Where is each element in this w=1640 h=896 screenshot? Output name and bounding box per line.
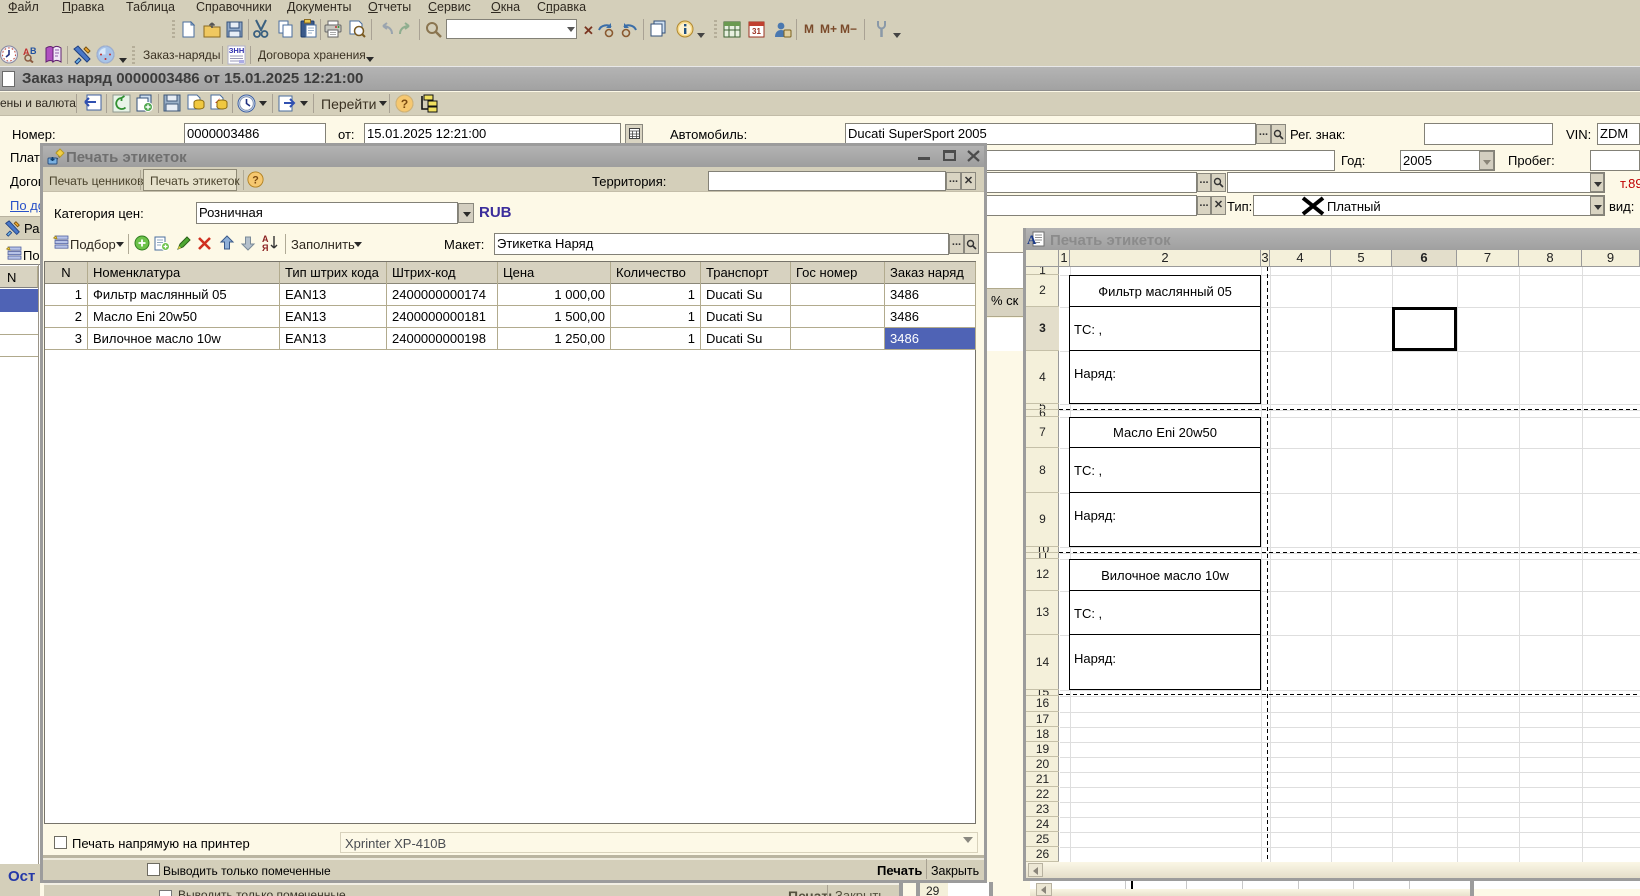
svg-text:?: ? <box>401 97 408 111</box>
svg-text:?: ? <box>252 175 259 187</box>
svg-text:Я: Я <box>262 243 268 252</box>
svg-text:A: A <box>1027 232 1037 247</box>
svg-text:ЗНН: ЗНН <box>229 46 245 55</box>
svg-text:B: B <box>30 46 37 56</box>
svg-text:31: 31 <box>752 27 761 36</box>
